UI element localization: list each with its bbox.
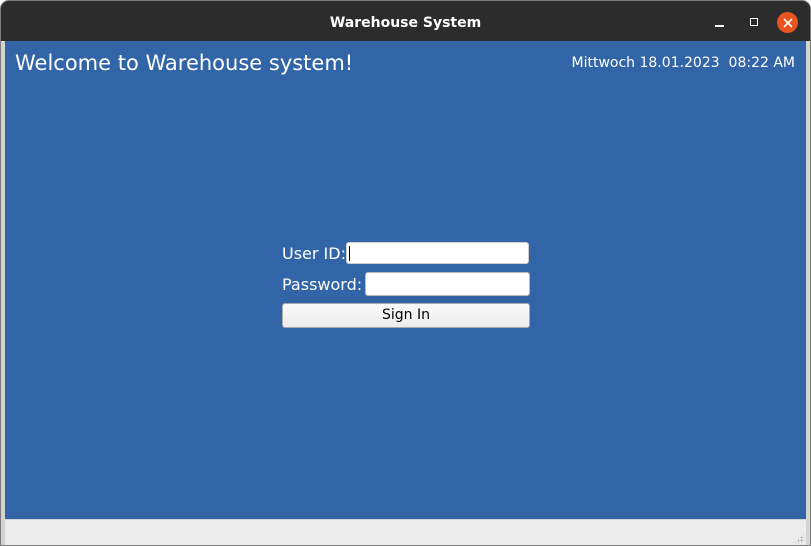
window-right-border: [806, 41, 810, 545]
password-input[interactable]: [365, 272, 530, 296]
sign-in-button[interactable]: Sign In: [282, 303, 530, 328]
close-button[interactable]: [777, 12, 798, 33]
maximize-icon: [750, 18, 758, 26]
text-caret: [349, 246, 350, 261]
user-id-input[interactable]: [346, 242, 529, 264]
minimize-button[interactable]: [709, 12, 729, 32]
status-bar: [5, 519, 806, 545]
close-icon: [783, 18, 792, 27]
minimize-icon: [714, 25, 724, 27]
main-panel: Welcome to Warehouse system! Mittwoch 18…: [5, 41, 806, 519]
user-id-label: User ID:: [282, 244, 346, 263]
welcome-heading: Welcome to Warehouse system!: [15, 51, 354, 75]
app-window: Warehouse System Welcome to Warehouse sy…: [0, 0, 811, 546]
window-title: Warehouse System: [329, 15, 482, 31]
resize-grip[interactable]: [794, 533, 804, 543]
datetime-label: Mittwoch 18.01.2023 08:22 AM: [571, 55, 796, 71]
password-label: Password:: [282, 275, 363, 294]
title-bar[interactable]: Warehouse System: [1, 1, 810, 41]
maximize-button[interactable]: [744, 12, 764, 32]
